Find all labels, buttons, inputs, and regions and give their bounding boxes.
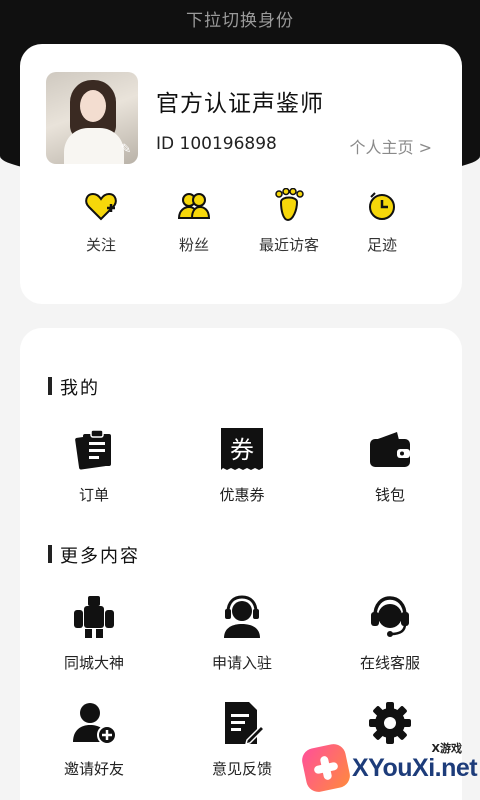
wallet-icon [370, 432, 410, 467]
footprint-icon [275, 188, 304, 222]
menu-item-label: 订单 [78, 486, 109, 504]
menu-item-feedback[interactable]: 意见反馈 [172, 700, 312, 779]
quick-action-fans[interactable]: 粉丝 [139, 188, 249, 255]
svg-text:券: 券 [230, 436, 254, 464]
order-icon [75, 429, 111, 470]
menu-item-label: 申请入驻 [211, 654, 272, 672]
user-id: ID 100196898 [156, 134, 277, 154]
user-name: 官方认证声鉴师 [156, 91, 324, 117]
menu-item-coupons[interactable]: 券 优惠券 [172, 426, 312, 505]
homepage-link[interactable]: 个人主页 > [350, 134, 433, 158]
menu-item-label: 邀请好友 [63, 760, 124, 778]
quick-action-label: 粉丝 [178, 236, 209, 254]
clock-icon [369, 192, 395, 220]
coupon-icon: 券 [221, 428, 263, 470]
section-title-mine: 我的 [48, 374, 100, 400]
site-watermark: X游戏 XYouXi.net [299, 736, 478, 795]
quick-actions-row: 关注 粉丝 最近访客 足迹 [20, 188, 462, 268]
pull-switch-hint[interactable]: 下拉切换身份 [0, 6, 480, 31]
menu-item-invite-friends[interactable]: 邀请好友 [24, 700, 164, 779]
customer-service-icon [371, 596, 409, 637]
menu-item-label: 同城大神 [63, 654, 124, 672]
menu-item-label: 意见反馈 [211, 760, 272, 778]
users-icon [177, 193, 211, 219]
menu-item-apply[interactable]: 申请入驻 [172, 594, 312, 673]
feedback-icon [225, 702, 265, 746]
profile-card: ✎ 官方认证声鉴师 ID 100196898 个人主页 > 关注 粉丝 最近访客… [20, 44, 462, 304]
heart-plus-icon [85, 192, 117, 221]
quick-action-footprints[interactable]: 足迹 [327, 188, 437, 255]
quick-action-label: 足迹 [366, 236, 397, 254]
watermark-main-text: XYouXi.net [352, 754, 478, 782]
robot-icon [74, 596, 114, 638]
menu-item-orders[interactable]: 订单 [24, 426, 164, 505]
menu-item-label: 在线客服 [359, 654, 420, 672]
headset-user-icon [224, 595, 260, 638]
menu-item-label: 钱包 [374, 486, 405, 504]
gamepad-logo-icon [299, 741, 353, 795]
menu-item-wallet[interactable]: 钱包 [320, 426, 460, 505]
avatar[interactable]: ✎ [46, 72, 138, 164]
menu-card: 我的 订单 券 优惠券 钱包 更多内容 同城大神 申请入驻 在线客服 邀请好友 … [20, 328, 462, 800]
add-user-icon [73, 703, 117, 745]
menu-item-local-masters[interactable]: 同城大神 [24, 594, 164, 673]
section-title-more: 更多内容 [48, 542, 140, 568]
menu-item-label: 优惠券 [219, 486, 265, 504]
edit-pencil-icon[interactable]: ✎ [118, 142, 134, 158]
menu-item-customer-service[interactable]: 在线客服 [320, 594, 460, 673]
